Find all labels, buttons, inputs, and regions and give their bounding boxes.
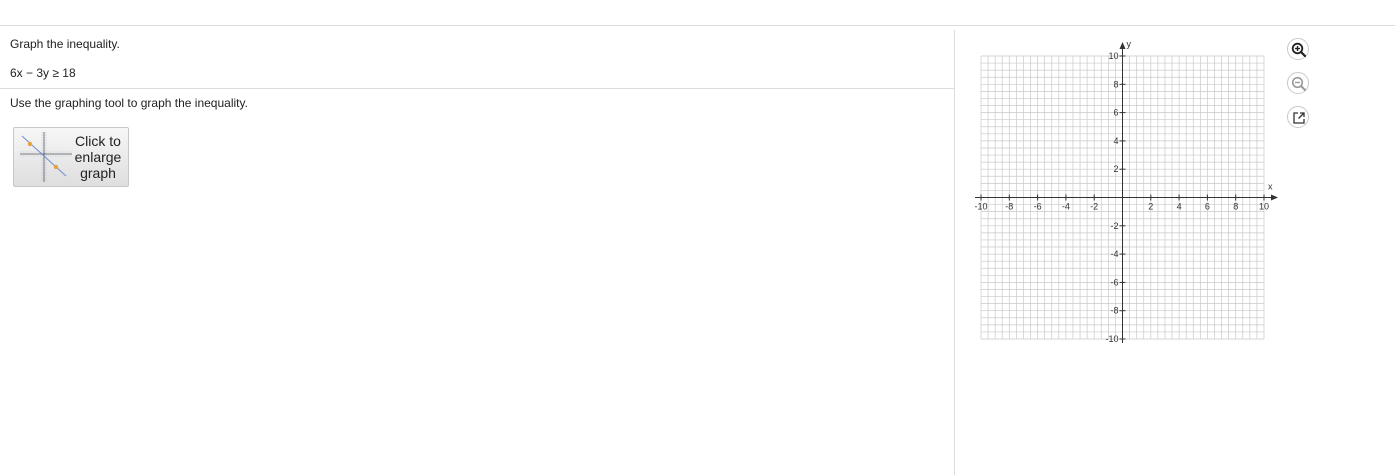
y-tick-label: -6 [1110, 277, 1118, 287]
zoom-in-button[interactable] [1287, 38, 1309, 60]
y-tick-label: -2 [1110, 221, 1118, 231]
y-tick-label: 10 [1108, 51, 1118, 61]
enlarge-button-label: Click to enlarge graph [70, 133, 126, 181]
x-tick-label: 10 [1259, 202, 1269, 212]
x-tick-label: -4 [1062, 202, 1070, 212]
x-tick-label: -10 [974, 202, 987, 212]
enlarge-graph-button[interactable]: Click to enlarge graph [13, 127, 129, 187]
question-pane: Graph the inequality. 6x − 3y ≥ 18 Use t… [0, 26, 954, 475]
zoom-in-icon [1291, 42, 1307, 58]
coordinate-graph[interactable]: x y -10 -8 -6 -4 -2 2 4 6 8 10 10 8 6 4 2 -2 -4 -6 -8 -10 [970, 36, 1290, 350]
section-divider [0, 88, 954, 89]
y-tick-label: 6 [1113, 108, 1118, 118]
x-tick-label: 8 [1233, 202, 1238, 212]
x-tick-label: -2 [1090, 202, 1098, 212]
x-axis-label: x [1268, 182, 1273, 192]
question-instruction: Graph the inequality. [10, 37, 120, 51]
zoom-out-button[interactable] [1287, 72, 1309, 94]
x-tick-label: 4 [1177, 202, 1182, 212]
y-axis-arrow [1119, 42, 1126, 49]
popout-icon [1293, 112, 1305, 124]
y-tick-label: -8 [1110, 306, 1118, 316]
enlarge-label-line2: enlarge [74, 149, 122, 165]
y-tick-label: 8 [1113, 79, 1118, 89]
x-tick-label: -8 [1005, 202, 1013, 212]
inequality-text: 6x − 3y ≥ 18 [10, 66, 76, 80]
x-tick-label: -6 [1034, 202, 1042, 212]
graph-thumbnail-icon [20, 132, 72, 182]
zoom-out-icon [1291, 76, 1306, 91]
y-axis-label: y [1127, 39, 1132, 49]
graph-area[interactable]: x y -10 -8 -6 -4 -2 2 4 6 8 10 10 8 6 4 2 -2 -4 -6 -8 -10 [970, 36, 1290, 350]
tool-instruction: Use the graphing tool to graph the inequ… [10, 96, 248, 110]
y-tick-label: -10 [1105, 334, 1118, 344]
y-tick-label: 2 [1113, 164, 1118, 174]
enlarge-label-line3: graph [80, 165, 116, 181]
pane-divider [954, 30, 955, 475]
x-axis-arrow [1271, 194, 1278, 201]
popout-button[interactable] [1287, 106, 1309, 128]
x-tick-label: 2 [1148, 202, 1153, 212]
y-tick-label: -4 [1110, 249, 1118, 259]
y-tick-label: 4 [1113, 136, 1118, 146]
x-tick-label: 6 [1205, 202, 1210, 212]
enlarge-label-line1: Click to [75, 133, 121, 149]
top-bar [0, 0, 1395, 26]
